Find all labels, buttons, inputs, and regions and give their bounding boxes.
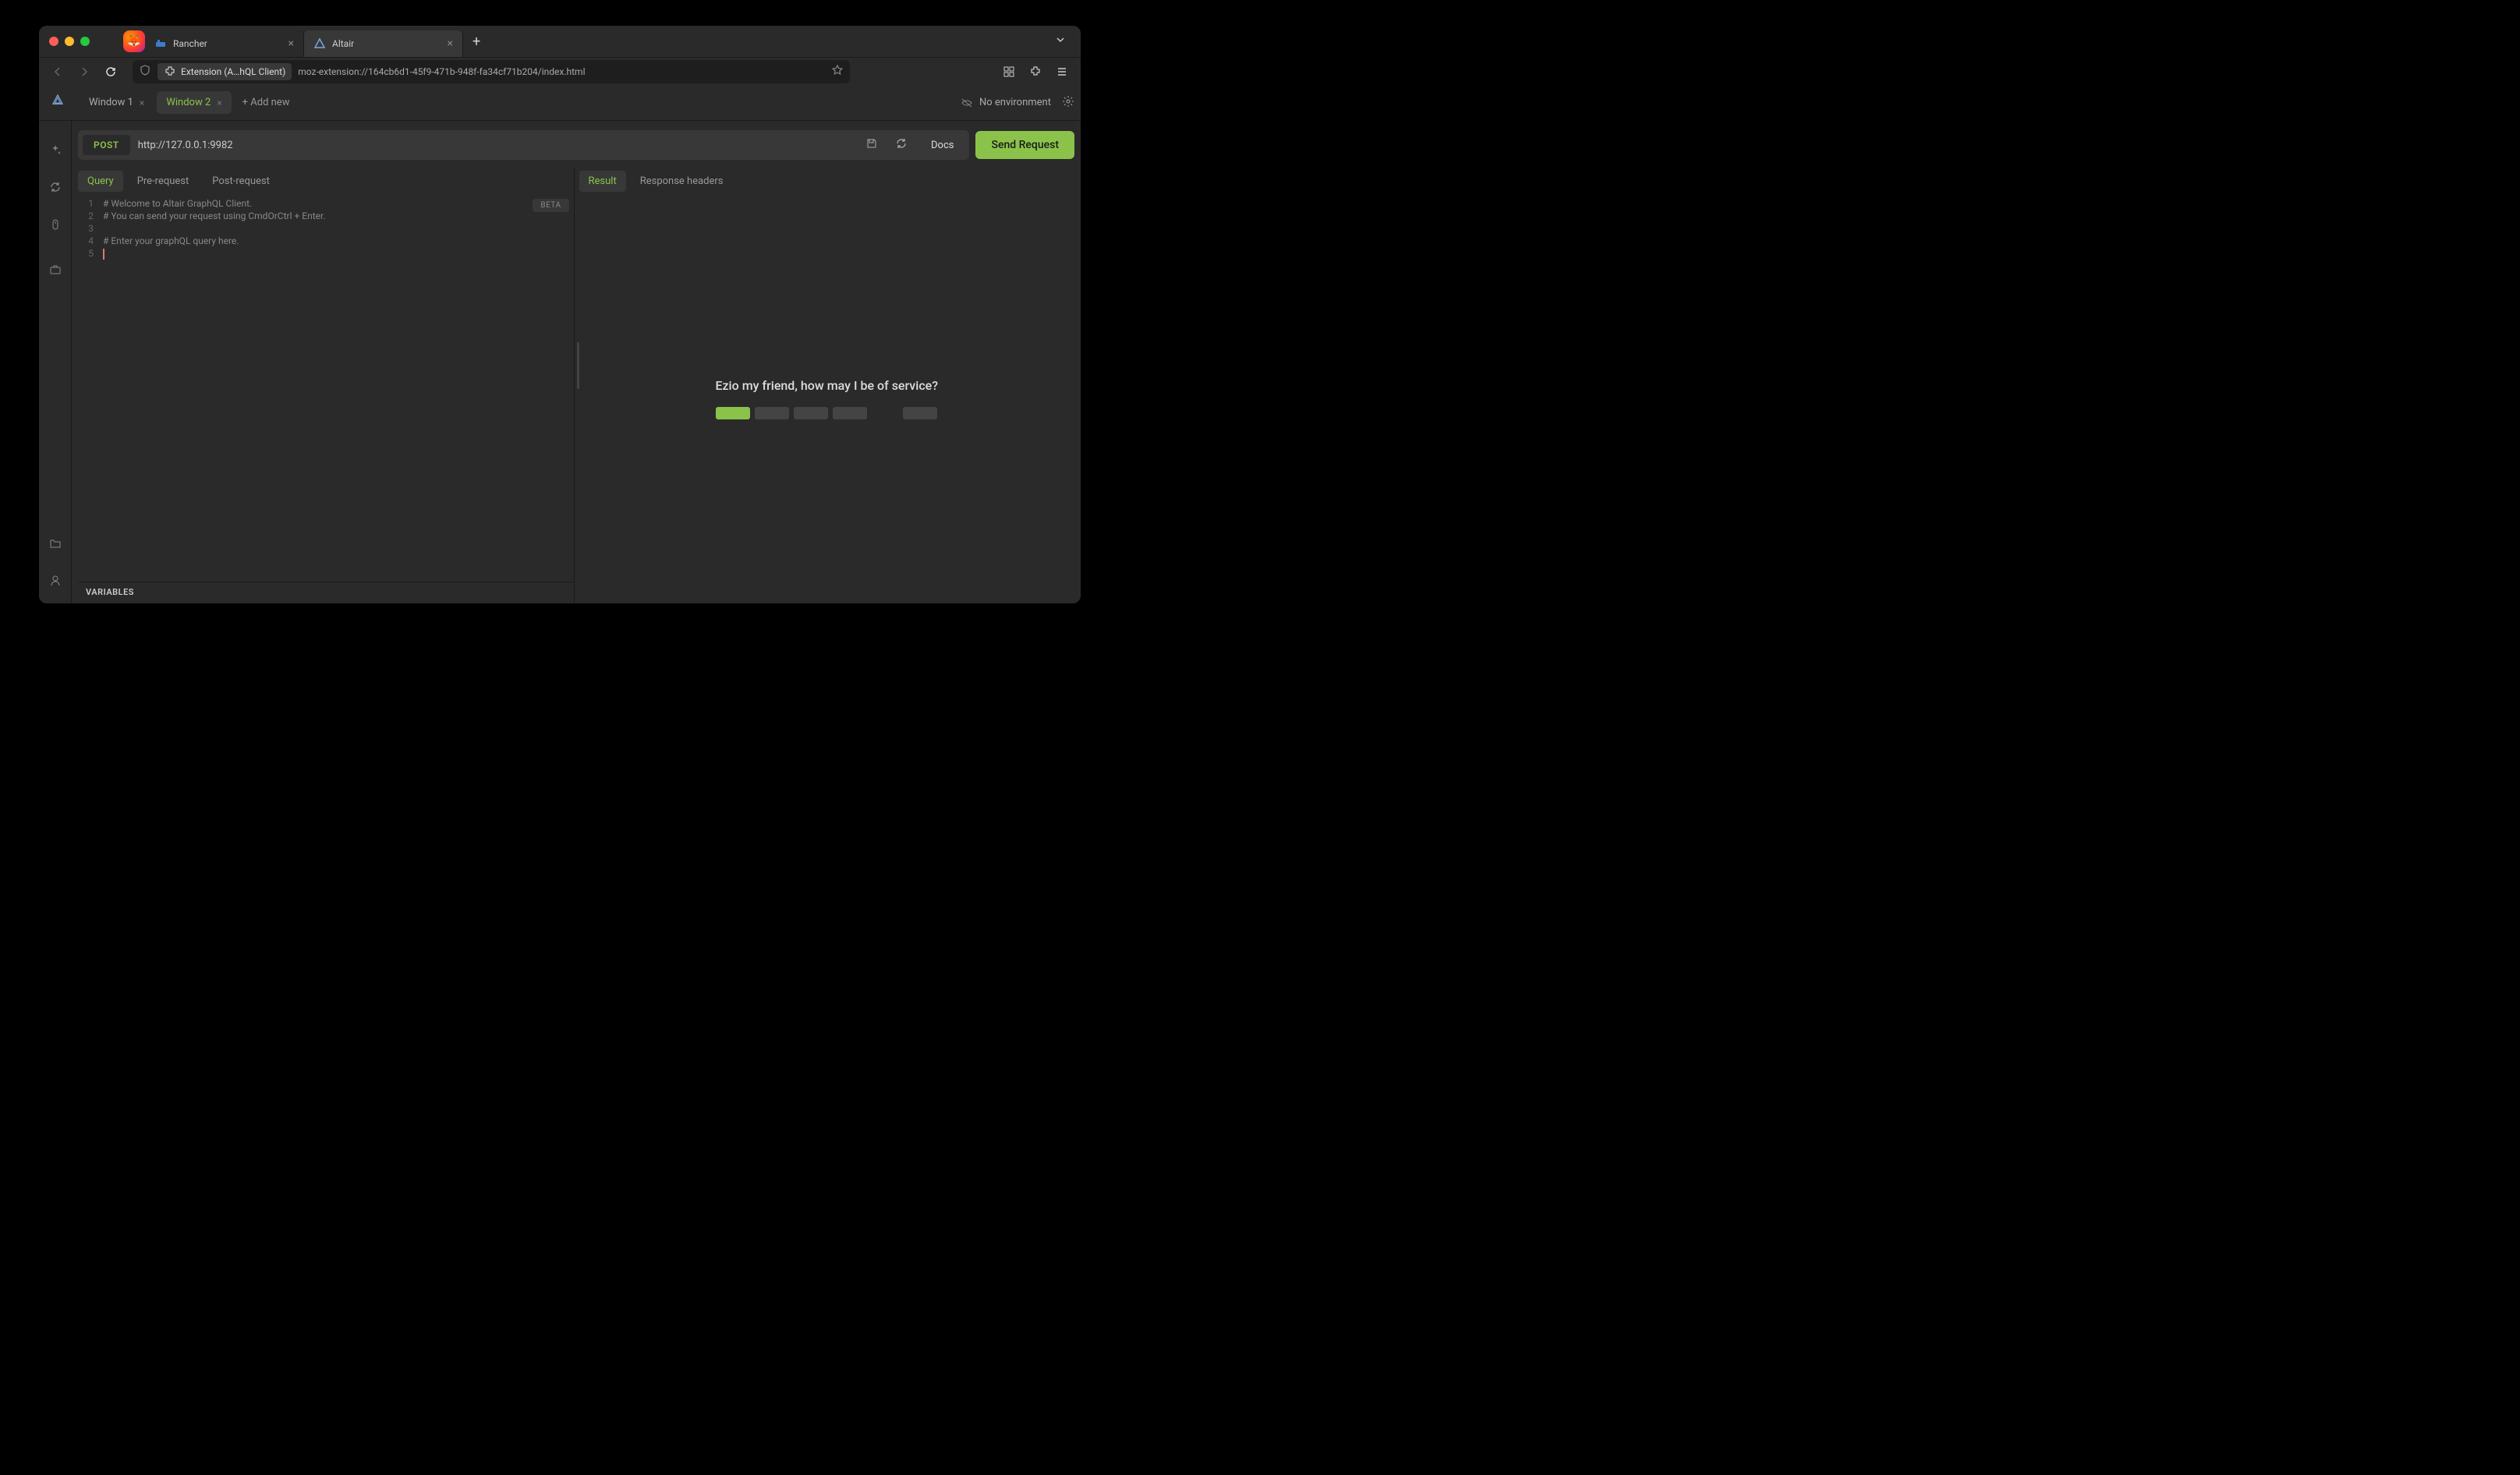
- tab-result[interactable]: Result: [579, 171, 626, 192]
- request-bar: POST Docs Send Request: [78, 127, 1074, 163]
- altair-favicon-icon: [313, 37, 326, 50]
- traffic-lights: [39, 37, 100, 46]
- browser-window: 🦊 Rancher × Altair × +: [39, 26, 1081, 603]
- variables-section-header[interactable]: VARIABLES: [78, 582, 574, 603]
- titlebar: 🦊 Rancher × Altair × +: [39, 26, 1081, 57]
- line-gutter: 12345: [78, 194, 100, 582]
- result-body: Ezio my friend, how may I be of service?: [579, 194, 1075, 603]
- browser-tab-label: Rancher: [173, 38, 207, 49]
- close-tab-icon[interactable]: ×: [448, 37, 453, 50]
- briefcase-icon[interactable]: [48, 263, 62, 277]
- close-icon[interactable]: ×: [217, 97, 221, 108]
- panel-splitter[interactable]: [575, 168, 579, 603]
- tab-query[interactable]: Query: [78, 171, 123, 192]
- request-row: POST Docs: [78, 130, 969, 160]
- altair-logo-icon: [51, 94, 70, 112]
- browser-tab-label: Altair: [332, 38, 354, 49]
- window-tab-1[interactable]: Window 1 ×: [80, 91, 154, 114]
- tabs-dropdown-icon[interactable]: [1040, 34, 1081, 49]
- result-panel: Result Response headers Ezio my friend, …: [579, 168, 1075, 603]
- close-tab-icon[interactable]: ×: [288, 37, 294, 50]
- code-content[interactable]: # Welcome to Altair GraphQL Client. # Yo…: [100, 194, 574, 582]
- add-new-window-button[interactable]: + Add new: [235, 97, 298, 108]
- hamburger-menu-icon[interactable]: [1051, 61, 1073, 83]
- content-area: POST Docs Send Request: [72, 121, 1081, 603]
- browser-tab-rancher[interactable]: Rancher ×: [145, 30, 304, 57]
- pill: [716, 407, 750, 419]
- extensions-icon[interactable]: [1025, 61, 1046, 83]
- firefox-icon: 🦊: [123, 30, 145, 52]
- shield-icon[interactable]: [139, 64, 151, 80]
- result-tabs: Result Response headers: [579, 168, 1075, 194]
- pill: [833, 407, 867, 419]
- forward-button[interactable]: [73, 61, 95, 83]
- altair-app: Window 1 × Window 2 × + Add new No envir…: [39, 85, 1081, 603]
- folder-icon[interactable]: [48, 536, 62, 550]
- tab-post-request[interactable]: Post-request: [203, 171, 279, 192]
- environment-selector[interactable]: No environment: [961, 97, 1059, 109]
- rancher-favicon-icon: [154, 37, 167, 50]
- reload-schema-icon[interactable]: [890, 137, 912, 153]
- docs-button[interactable]: Docs: [920, 140, 964, 151]
- browser-tab-altair[interactable]: Altair ×: [304, 30, 463, 57]
- environment-label: No environment: [979, 97, 1051, 108]
- editor-tabs: Query Pre-request Post-request: [78, 168, 574, 194]
- minimize-window-button[interactable]: [65, 37, 74, 46]
- panels: Query Pre-request Post-request 12345 # W…: [78, 168, 1074, 603]
- beta-badge: BETA: [533, 199, 568, 212]
- refresh-icon[interactable]: [48, 180, 62, 194]
- new-tab-button[interactable]: +: [463, 34, 490, 50]
- tab-response-headers[interactable]: Response headers: [631, 171, 733, 192]
- maximize-window-button[interactable]: [80, 37, 90, 46]
- extension-chip[interactable]: Extension (A…hQL Client): [158, 63, 292, 80]
- query-panel: Query Pre-request Post-request 12345 # W…: [78, 168, 575, 603]
- pill: [794, 407, 828, 419]
- close-window-button[interactable]: [49, 37, 58, 46]
- reload-button[interactable]: [100, 61, 122, 83]
- save-icon[interactable]: [861, 137, 883, 153]
- http-method-button[interactable]: POST: [83, 135, 130, 155]
- pill: [755, 407, 789, 419]
- placeholder-pills: [716, 407, 937, 419]
- main-area: POST Docs Send Request: [39, 121, 1081, 603]
- window-tab-label: Window 1: [89, 97, 133, 108]
- settings-gear-icon[interactable]: [1062, 95, 1074, 111]
- result-placeholder-message: Ezio my friend, how may I be of service?: [715, 378, 938, 393]
- url-bar[interactable]: Extension (A…hQL Client) moz-extension:/…: [133, 60, 850, 83]
- window-tabs-bar: Window 1 × Window 2 × + Add new No envir…: [39, 85, 1081, 121]
- keyboard-shortcuts-icon[interactable]: [48, 218, 62, 232]
- cursor: [103, 249, 104, 260]
- window-tab-label: Window 2: [166, 97, 211, 108]
- sparkle-icon[interactable]: [48, 143, 62, 157]
- send-request-button[interactable]: Send Request: [975, 131, 1074, 159]
- bookmark-star-icon[interactable]: [831, 64, 844, 80]
- tab-pre-request[interactable]: Pre-request: [128, 171, 199, 192]
- sidebar: [39, 121, 72, 603]
- back-button[interactable]: [47, 61, 69, 83]
- pill: [903, 407, 937, 419]
- endpoint-input[interactable]: [138, 140, 853, 151]
- browser-toolbar: Extension (A…hQL Client) moz-extension:/…: [39, 57, 1081, 85]
- extension-chip-label: Extension (A…hQL Client): [181, 66, 285, 77]
- containers-icon[interactable]: [998, 61, 1020, 83]
- query-editor[interactable]: 12345 # Welcome to Altair GraphQL Client…: [78, 194, 574, 582]
- url-text: moz-extension://164cb6d1-45f9-471b-948f-…: [298, 66, 585, 77]
- user-icon[interactable]: [48, 574, 62, 588]
- close-icon[interactable]: ×: [140, 97, 144, 108]
- window-tab-2[interactable]: Window 2 ×: [157, 91, 231, 114]
